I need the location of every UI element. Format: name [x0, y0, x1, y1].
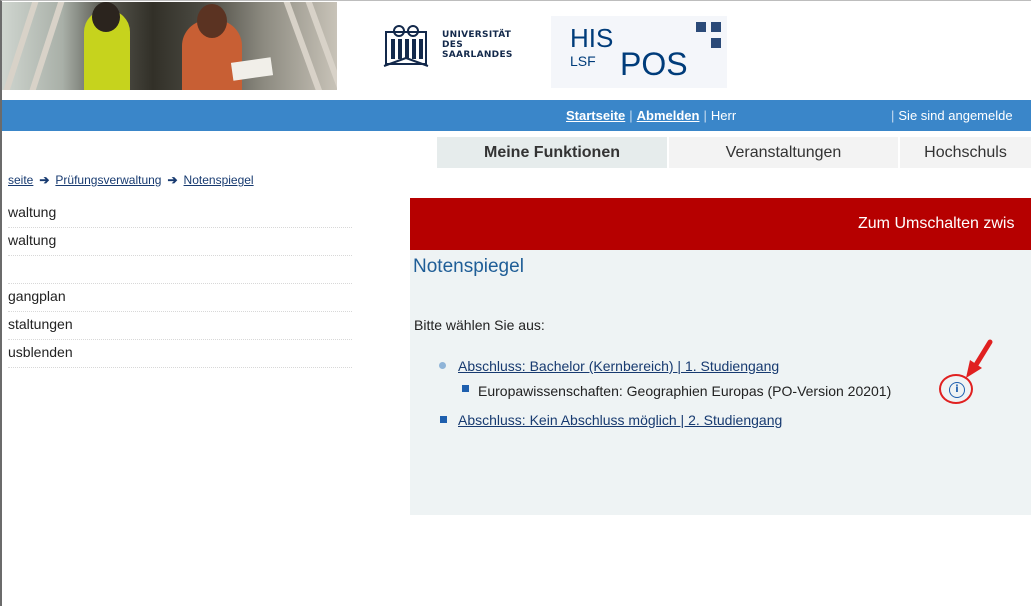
menu-item[interactable]: usblenden — [8, 340, 352, 368]
logout-link[interactable]: Abmelden — [637, 108, 700, 123]
bachelor-degree-link[interactable]: Abschluss: Bachelor (Kernbereich) | 1. S… — [458, 358, 779, 374]
lsf-logo-text: LSF — [570, 53, 596, 69]
home-link[interactable]: Startseite — [566, 108, 625, 123]
degree-program-entry: Europawissenschaften: Geographien Europa… — [478, 383, 892, 399]
no-degree-link[interactable]: Abschluss: Kein Abschluss möglich | 2. S… — [458, 412, 782, 428]
breadcrumb-notenspiegel[interactable]: Notenspiegel — [184, 173, 254, 187]
university-seal-icon — [383, 25, 429, 67]
menu-item[interactable]: staltungen — [8, 312, 352, 340]
his-logo-text: HIS — [570, 23, 614, 53]
logo-square-icon — [696, 22, 706, 32]
square-bullet-icon — [462, 385, 469, 392]
header-photo — [2, 2, 337, 90]
info-banner[interactable]: Zum Umschalten zwis — [410, 198, 1031, 250]
menu-item[interactable]: gangplan — [8, 284, 352, 312]
breadcrumb: seite ➔ Prüfungsverwaltung ➔ Notenspiegel — [8, 173, 254, 187]
tab-meine-funktionen[interactable]: Meine Funktionen — [437, 137, 667, 168]
logo-square-icon — [711, 38, 721, 48]
annotation-arrow-icon — [966, 339, 993, 378]
banner-text: Zum Umschalten zwis — [858, 215, 1015, 232]
breadcrumb-pruefungsverwaltung[interactable]: Prüfungsverwaltung — [55, 173, 161, 187]
square-bullet-icon — [440, 416, 447, 423]
arrow-right-icon: ➔ — [167, 173, 178, 187]
signed-in-status: | Sie sind angemelde — [891, 108, 1013, 123]
left-menu: waltung waltung gangplan staltungen usbl… — [8, 200, 352, 368]
tab-veranstaltungen[interactable]: Veranstaltungen — [669, 137, 898, 168]
degree-entry-1: Abschluss: Bachelor (Kernbereich) | 1. S… — [458, 358, 779, 374]
logo-square-icon — [711, 22, 721, 32]
user-label: Herr — [710, 108, 737, 123]
circle-bullet-icon — [439, 362, 446, 369]
top-navigation-bar — [2, 100, 1031, 131]
menu-item[interactable]: waltung — [8, 228, 352, 256]
arrow-right-icon: ➔ — [39, 173, 50, 187]
degree-entry-2: Abschluss: Kein Abschluss möglich | 2. S… — [458, 412, 782, 428]
selection-prompt: Bitte wählen Sie aus: — [414, 317, 545, 333]
university-name: UNIVERSITÄT DES SAARLANDES — [442, 30, 513, 60]
menu-item[interactable] — [8, 256, 352, 284]
pos-logo-text: POS — [620, 46, 688, 82]
page-title: Notenspiegel — [413, 256, 524, 277]
menu-item[interactable]: waltung — [8, 200, 352, 228]
breadcrumb-home[interactable]: seite — [8, 173, 33, 187]
tab-hochschule[interactable]: Hochschuls — [900, 137, 1031, 168]
top-navigation: Startseite | Abmelden | Herr — [566, 108, 737, 123]
